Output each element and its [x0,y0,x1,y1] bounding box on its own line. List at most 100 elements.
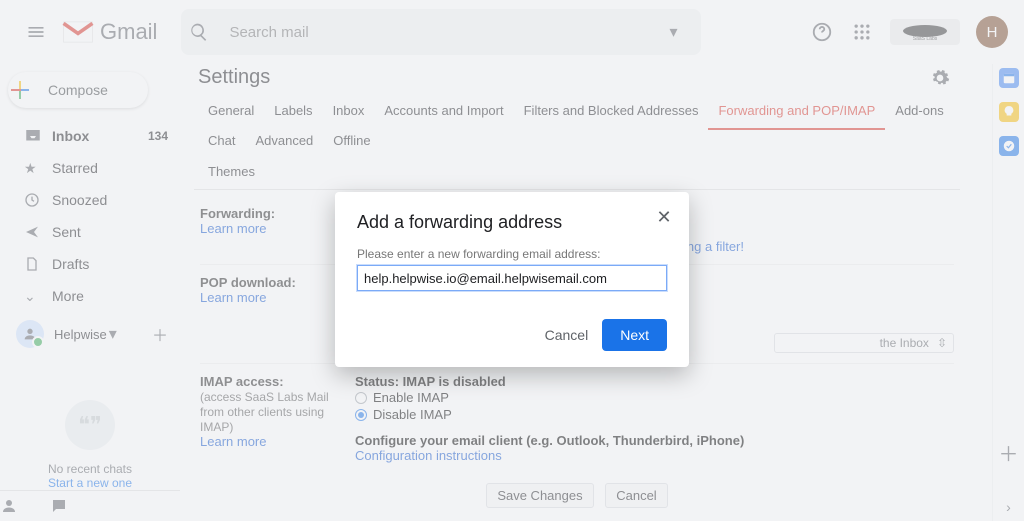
save-changes-button[interactable]: Save Changes [486,483,593,508]
pop-heading: POP download: [200,275,296,290]
dialog-close-button[interactable]: ✕ [649,202,679,232]
folder-nav: Inbox 134 ★ Starred Snoozed Sent Drafts … [0,120,180,312]
compose-label: Compose [48,82,108,98]
imap-learn-more-link[interactable]: Learn more [200,434,266,449]
nav-drafts[interactable]: Drafts [0,248,180,280]
nav-label: Sent [52,224,81,240]
file-icon [24,256,52,272]
nav-starred[interactable]: ★ Starred [0,152,180,184]
nav-label: More [52,288,84,304]
avatar-initial: H [987,24,998,41]
nav-label: Inbox [52,128,89,144]
left-sidebar: Compose Inbox 134 ★ Starred Snoozed Sent [0,64,180,521]
imap-disable-label: Disable IMAP [373,407,452,422]
chevron-down-icon: ⌄ [24,288,52,305]
hangouts-header: Helpwise ▾ ＋ [0,312,180,352]
hangouts-footer-tabs [0,490,180,521]
search-icon[interactable] [189,22,229,42]
cancel-settings-button[interactable]: Cancel [605,483,667,508]
google-apps-button[interactable] [842,12,882,52]
search-input[interactable] [229,24,653,41]
clock-icon [24,192,52,208]
search-bar[interactable]: ▾ [181,9,701,55]
new-chat-button[interactable]: ＋ [152,322,168,346]
app-header: Gmail ▾ SaaS Labs H [0,0,1024,64]
chat-empty-text: No recent chats [0,462,180,476]
hangouts-status-dropdown-icon[interactable]: ▾ [109,324,117,344]
imap-enable-label: Enable IMAP [373,390,449,405]
nav-inbox[interactable]: Inbox 134 [0,120,180,152]
chevron-up-down-icon: ⇳ [937,336,947,350]
chat-bubble-icon: ❝❞ [65,400,115,450]
account-avatar[interactable]: H [976,16,1008,48]
get-addons-button[interactable]: ＋ [999,438,1019,467]
imap-enable-radio[interactable]: Enable IMAP [355,389,954,406]
configuration-instructions-link[interactable]: Configuration instructions [355,448,502,463]
gmail-logo-icon [60,19,96,45]
hide-side-panel-button[interactable]: › [1006,493,1011,521]
imap-disable-radio[interactable]: Disable IMAP [355,406,954,423]
pop-learn-more-link[interactable]: Learn more [200,290,266,305]
nav-count: 134 [148,129,168,143]
nav-label: Drafts [52,256,89,272]
chat-start-new-link[interactable]: Start a new one [0,476,180,490]
hangouts-avatar[interactable] [16,320,44,348]
main-menu-button[interactable] [16,12,56,52]
nav-label: Snoozed [52,192,107,208]
tab-accounts[interactable]: Accounts and Import [374,99,513,129]
imap-heading: IMAP access: [200,374,284,389]
tasks-addon-icon[interactable] [999,136,1019,156]
tab-general[interactable]: General [198,99,264,129]
hangouts-contacts-tab[interactable] [0,497,50,515]
right-side-panel: ＋ › [992,64,1024,521]
settings-gear-button[interactable] [930,68,950,88]
pop-keep-select[interactable]: the Inbox ⇳ [774,333,954,353]
imap-status: Status: IMAP is disabled [355,374,954,389]
pop-select-value: the Inbox [880,336,929,350]
search-options-icon[interactable]: ▾ [653,22,693,42]
hangouts-empty-state: ❝❞ No recent chats Start a new one [0,400,180,490]
imap-hint: (access SaaS Labs Mail from other client… [200,390,329,434]
settings-action-buttons: Save Changes Cancel [200,473,954,518]
add-forwarding-dialog: ✕ Add a forwarding address Please enter … [335,192,689,367]
organization-logo: SaaS Labs [890,19,960,45]
hangouts-chat-tab[interactable] [50,497,100,515]
tab-forwarding[interactable]: Forwarding and POP/IMAP [708,99,885,130]
imap-configure-heading: Configure your email client (e.g. Outloo… [355,433,954,448]
dialog-title: Add a forwarding address [357,212,667,233]
hangouts-name: Helpwise [54,327,107,342]
nav-more[interactable]: ⌄ More [0,280,180,312]
keep-addon-icon[interactable] [999,102,1019,122]
tab-filters[interactable]: Filters and Blocked Addresses [514,99,709,129]
compose-plus-icon [8,78,48,102]
radio-icon [355,392,367,404]
forwarding-learn-more-link[interactable]: Learn more [200,221,266,236]
support-button[interactable] [802,12,842,52]
tab-inbox[interactable]: Inbox [323,99,375,129]
forwarding-heading: Forwarding: [200,206,275,221]
forwarding-email-input[interactable] [357,265,667,291]
nav-snoozed[interactable]: Snoozed [0,184,180,216]
tab-offline[interactable]: Offline [323,129,380,158]
settings-tabs: General Labels Inbox Accounts and Import… [194,93,960,190]
tab-labels[interactable]: Labels [264,99,322,129]
nav-sent[interactable]: Sent [0,216,180,248]
page-title: Settings [198,66,270,89]
setting-row-imap: IMAP access: (access SaaS Labs Mail from… [200,364,954,473]
tab-themes[interactable]: Themes [198,158,956,189]
calendar-addon-icon[interactable] [999,68,1019,88]
compose-button[interactable]: Compose [8,72,148,108]
dialog-cancel-button[interactable]: Cancel [545,327,589,343]
star-icon: ★ [24,160,52,177]
nav-label: Starred [52,160,98,176]
radio-checked-icon [355,409,367,421]
tab-advanced[interactable]: Advanced [245,129,323,158]
gmail-logo-text: Gmail [100,19,157,45]
dialog-subtitle: Please enter a new forwarding email addr… [357,247,667,261]
dialog-next-button[interactable]: Next [602,319,667,351]
gmail-logo[interactable]: Gmail [60,19,157,45]
tab-chat[interactable]: Chat [198,129,245,158]
svg-text:SaaS Labs: SaaS Labs [913,36,938,41]
tab-addons[interactable]: Add-ons [885,99,953,129]
send-icon [24,224,52,240]
